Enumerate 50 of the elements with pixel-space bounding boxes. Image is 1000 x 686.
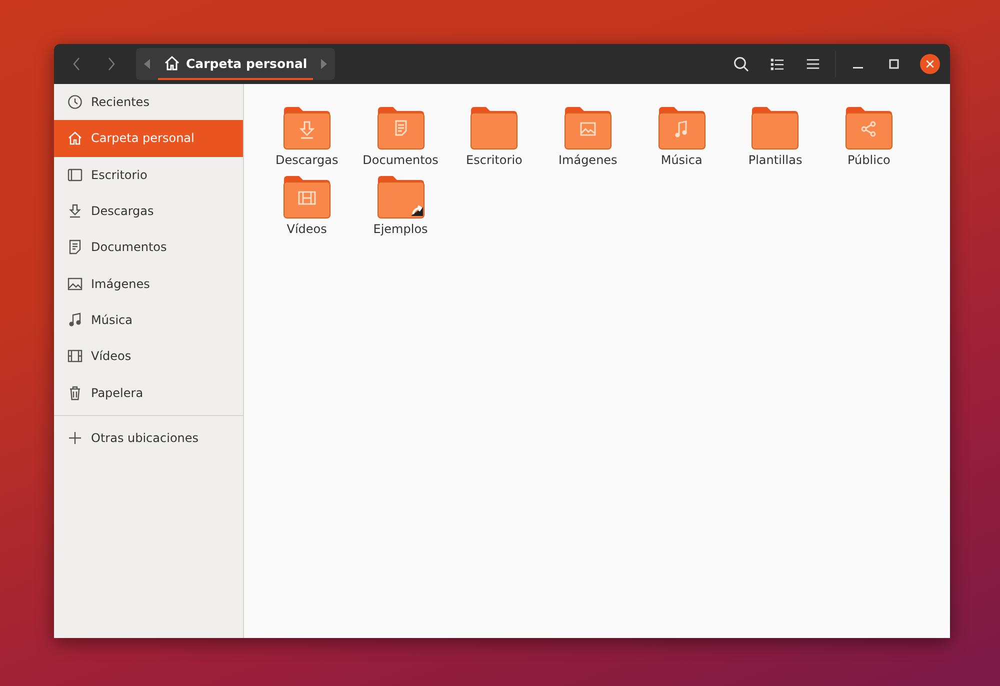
folder-item[interactable]: Plantillas xyxy=(728,106,822,167)
sidebar-item[interactable]: Descargas xyxy=(54,192,243,230)
folder-icon xyxy=(470,106,518,150)
document-icon xyxy=(67,239,83,256)
back-icon xyxy=(72,56,82,72)
folder-item[interactable]: Vídeos xyxy=(260,175,354,236)
scroll-right-icon[interactable] xyxy=(321,59,328,69)
desktop-icon xyxy=(67,166,83,183)
folder-item[interactable]: Descargas xyxy=(260,106,354,167)
sidebar-item[interactable]: Música xyxy=(54,302,243,338)
sidebar-item[interactable]: Documentos xyxy=(54,229,243,266)
folder-item[interactable]: Público xyxy=(822,106,916,167)
sidebar-item[interactable]: Escritorio xyxy=(54,156,243,193)
share-folder-icon xyxy=(844,106,893,150)
sidebar-item[interactable]: Recientes xyxy=(54,84,243,120)
folder-item[interactable]: Música xyxy=(634,106,728,167)
plus-icon xyxy=(67,430,83,446)
search-icon xyxy=(733,56,749,72)
sidebar-item[interactable]: Otras ubicaciones xyxy=(54,420,243,456)
folder-icon xyxy=(751,106,800,150)
video-folder-icon xyxy=(282,175,331,219)
folder-item[interactable]: Imágenes xyxy=(541,106,635,167)
home-icon xyxy=(164,55,180,71)
clock-icon xyxy=(67,94,83,110)
home-icon xyxy=(67,130,83,146)
scroll-left-icon[interactable] xyxy=(144,59,150,69)
forward-icon xyxy=(106,56,116,72)
folder-item[interactable]: Escritorio xyxy=(447,106,542,167)
maximize-icon xyxy=(888,58,900,70)
music-note-icon xyxy=(67,312,83,328)
menu-icon xyxy=(806,57,820,71)
sidebar-item[interactable]: Vídeos xyxy=(54,338,243,374)
image-icon xyxy=(67,276,83,292)
sidebar-item[interactable]: Imágenes xyxy=(54,265,243,302)
sidebar-item[interactable]: Papelera xyxy=(54,374,243,411)
sidebar-item[interactable]: Carpeta personal xyxy=(54,120,243,157)
music-folder-icon xyxy=(658,106,706,150)
folder-item[interactable]: Documentos xyxy=(354,106,448,167)
download-folder-icon xyxy=(282,106,331,150)
folder-shortcut-icon xyxy=(376,175,425,219)
list-view-icon xyxy=(770,57,784,71)
close-button[interactable] xyxy=(920,54,940,74)
download-icon xyxy=(67,203,83,220)
document-folder-icon xyxy=(376,106,425,150)
film-icon xyxy=(67,348,83,364)
minimize-icon xyxy=(853,67,863,69)
trash-icon xyxy=(67,384,83,401)
image-folder-icon xyxy=(564,106,612,150)
folder-item[interactable]: Ejemplos xyxy=(354,175,448,236)
close-icon xyxy=(925,59,935,69)
